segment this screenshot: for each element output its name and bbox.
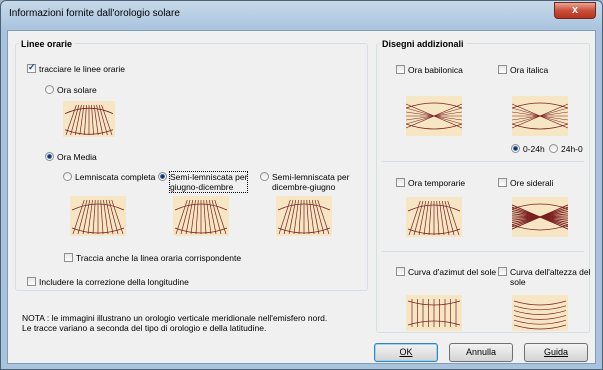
semi-jun-dec-label-1[interactable]: Semi-lemniscata per xyxy=(170,172,247,182)
mean-time-dot[interactable] xyxy=(45,152,54,161)
azimuth-checkbox[interactable]: Curva d'azimut del sole xyxy=(396,267,496,277)
dialog-window: Informazioni fornite dall'orologio solar… xyxy=(0,0,603,370)
separator-1 xyxy=(382,161,584,162)
help-button-label[interactable]: Guida xyxy=(544,347,568,357)
close-button[interactable]: x xyxy=(554,2,596,19)
draw-lines-label[interactable]: tracciare le linee orarie xyxy=(39,64,125,74)
italic-label[interactable]: Ora italica xyxy=(510,65,548,75)
babylonian-label[interactable]: Ora babilonica xyxy=(408,65,463,75)
range-0-24-label[interactable]: 0-24h xyxy=(523,144,545,154)
solar-time-thumbnail xyxy=(63,101,115,137)
thumbnail-background xyxy=(512,295,568,331)
trace-line-label[interactable]: Traccia anche la linea oraria corrispond… xyxy=(76,253,241,263)
babylonian-check[interactable] xyxy=(396,65,405,74)
ok-button[interactable]: OK xyxy=(374,343,438,362)
altitude-label[interactable]: Curva dell'altezza del sole xyxy=(510,267,591,287)
solar-time-dot[interactable] xyxy=(45,85,54,94)
additional-drawings-group-title: Disegni addizionali xyxy=(380,39,466,49)
longitude-check[interactable] xyxy=(27,277,36,286)
full-lemniscate-dot[interactable] xyxy=(63,172,72,181)
title-bar: Informazioni fornite dall'orologio solar… xyxy=(1,1,602,29)
semi-jun-dec-label-2[interactable]: giugno-dicembre xyxy=(170,182,233,192)
semi-jun-dec-dot[interactable] xyxy=(158,172,167,181)
semi-dec-jun-dot[interactable] xyxy=(260,172,269,181)
range-24-0-radio[interactable]: 24h-0 xyxy=(549,144,583,154)
temporal-thumbnail xyxy=(406,197,462,237)
range-0-24-dot[interactable] xyxy=(511,144,520,153)
mean-time-radio[interactable]: Ora Media xyxy=(45,152,97,162)
mean-time-label[interactable]: Ora Media xyxy=(57,152,97,162)
solar-time-radio[interactable]: Ora solare xyxy=(45,85,97,95)
temporal-checkbox[interactable]: Ora temporarie xyxy=(396,178,465,188)
italic-check[interactable] xyxy=(498,65,507,74)
altitude-checkbox[interactable]: Curva dell'altezza del sole xyxy=(498,267,591,287)
hour-lines-group-title: Linee orarie xyxy=(19,39,75,49)
altitude-label-2[interactable]: sole xyxy=(510,277,526,287)
sidereal-check[interactable] xyxy=(498,178,507,187)
italic-thumbnail xyxy=(512,96,568,136)
semi-dec-jun-radio[interactable]: Semi-lemniscata per dicembre-giugno xyxy=(260,172,349,192)
dialog-client: Linee orarie tracciare le linee orarie O… xyxy=(7,30,596,364)
range-0-24-radio[interactable]: 0-24h xyxy=(511,144,545,154)
semi-dec-jun-label-1[interactable]: Semi-lemniscata per xyxy=(272,172,349,182)
italic-checkbox[interactable]: Ora italica xyxy=(498,65,548,75)
sidereal-checkbox[interactable]: Ore siderali xyxy=(498,178,553,188)
babylonian-checkbox[interactable]: Ora babilonica xyxy=(396,65,463,75)
azimuth-thumbnail xyxy=(406,295,462,331)
semi-dec-jun-label-2[interactable]: dicembre-giugno xyxy=(272,182,335,192)
full-lemniscate-label[interactable]: Lemniscata completa xyxy=(75,172,155,182)
full-lemniscate-radio[interactable]: Lemniscata completa xyxy=(63,172,155,182)
altitude-label-1[interactable]: Curva dell'altezza del xyxy=(510,267,591,277)
semi-dec-jun-label[interactable]: Semi-lemniscata per dicembre-giugno xyxy=(272,172,349,192)
range-24-0-dot[interactable] xyxy=(549,144,558,153)
azimuth-check[interactable] xyxy=(396,267,405,276)
babylonian-thumbnail xyxy=(406,96,462,136)
temporal-label[interactable]: Ora temporarie xyxy=(408,178,465,188)
altitude-thumbnail xyxy=(512,295,568,331)
solar-time-label[interactable]: Ora solare xyxy=(57,85,97,95)
note-text: NOTA : le immagini illustrano un orologi… xyxy=(22,313,327,333)
longitude-label[interactable]: Includere la correzione della longitudin… xyxy=(39,277,189,287)
separator-2 xyxy=(382,251,584,252)
altitude-check[interactable] xyxy=(498,267,507,276)
cancel-button-label[interactable]: Annulla xyxy=(466,347,496,357)
trace-line-check[interactable] xyxy=(64,253,73,262)
draw-lines-check[interactable] xyxy=(27,62,36,73)
note-line-1: NOTA : le immagini illustrano un orologi… xyxy=(22,313,328,323)
semi-jun-dec-label[interactable]: Semi-lemniscata per giugno-dicembre xyxy=(168,171,249,193)
semi-jun-dec-radio[interactable]: Semi-lemniscata per giugno-dicembre xyxy=(158,171,249,193)
semi-dec-jun-thumbnail xyxy=(276,196,332,236)
full-lemniscate-thumbnail xyxy=(70,196,126,236)
help-button[interactable]: Guida xyxy=(524,343,588,362)
sidereal-thumbnail xyxy=(512,197,568,237)
azimuth-label[interactable]: Curva d'azimut del sole xyxy=(408,267,496,277)
longitude-checkbox[interactable]: Includere la correzione della longitudin… xyxy=(27,277,189,287)
close-icon[interactable]: x xyxy=(555,4,595,16)
sidereal-label[interactable]: Ore siderali xyxy=(510,178,553,188)
range-24-0-label[interactable]: 24h-0 xyxy=(561,144,583,154)
trace-line-checkbox[interactable]: Traccia anche la linea oraria corrispond… xyxy=(64,253,241,263)
temporal-check[interactable] xyxy=(396,178,405,187)
cancel-button[interactable]: Annulla xyxy=(449,343,513,362)
note-line-2: Le tracce variano a seconda del tipo di … xyxy=(22,323,267,333)
semi-jun-dec-thumbnail xyxy=(173,196,229,236)
additional-drawings-group xyxy=(376,43,590,333)
window-title: Informazioni fornite dall'orologio solar… xyxy=(9,8,180,19)
ok-button-label[interactable]: OK xyxy=(399,347,412,357)
draw-lines-checkbox[interactable]: tracciare le linee orarie xyxy=(27,62,125,74)
